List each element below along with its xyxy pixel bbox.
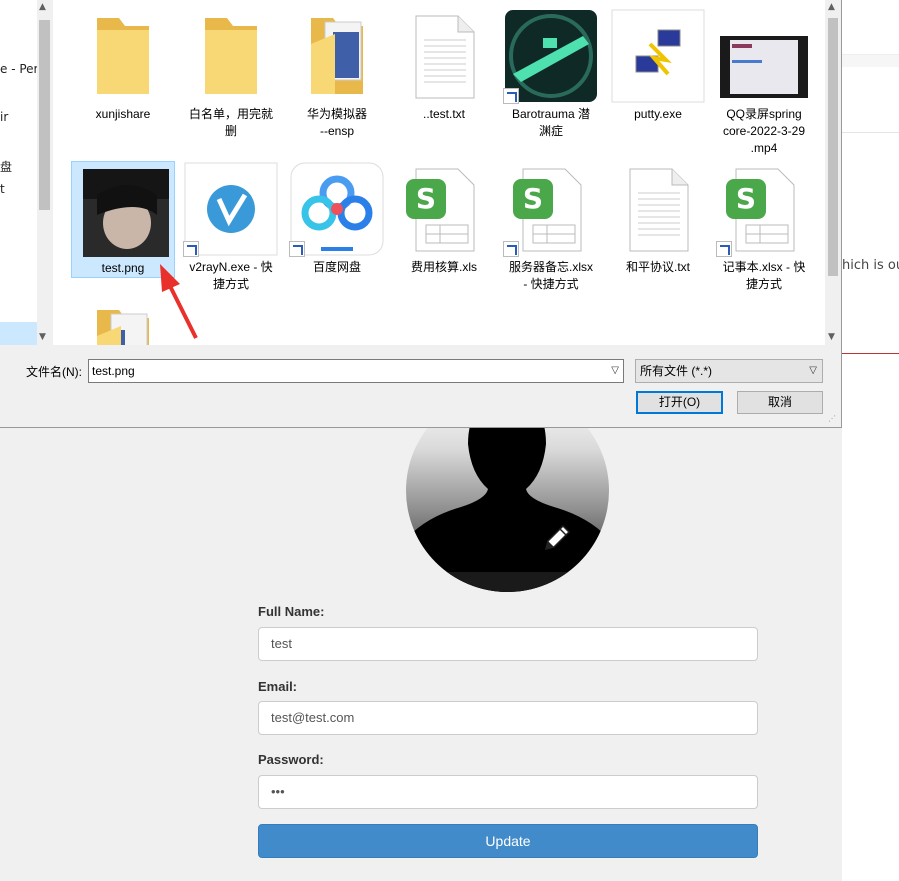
email-label: Email: [258, 679, 298, 694]
file-name: 捷方式 [745, 277, 782, 291]
background-text: hich is out [842, 258, 899, 273]
shortcut-arrow-icon [503, 88, 519, 104]
file-item-server-memo[interactable]: S 服务器备忘.xlsx - 快捷方式 [501, 161, 601, 301]
file-name: xunjishare [95, 107, 151, 121]
nav-item[interactable]: e - Per [0, 62, 38, 76]
background-page-right: hich is out [842, 0, 899, 881]
file-open-dialog: e - Per ir 盘 t ▲ ▼ xunjishare 白名单，用完就 删 [0, 0, 842, 428]
scrollbar-thumb[interactable] [828, 18, 838, 276]
folder-document-icon [311, 18, 363, 94]
file-item-xunjishare[interactable]: xunjishare [73, 8, 173, 148]
file-item-notepad-xlsx[interactable]: S 记事本.xlsx - 快 捷方式 [714, 161, 814, 301]
folder-icon [205, 18, 257, 94]
scroll-down-icon[interactable]: ▼ [39, 332, 46, 342]
update-button[interactable]: Update [258, 824, 758, 858]
filename-label: 文件名(N): [26, 365, 82, 379]
scroll-up-icon[interactable]: ▲ [828, 2, 835, 12]
spreadsheet-icon: S [406, 168, 475, 252]
full-name-label: Full Name: [258, 604, 325, 619]
file-item-whitelist[interactable]: 白名单，用完就 删 [181, 8, 281, 148]
file-item-putty[interactable]: putty.exe [608, 8, 708, 148]
file-name: 记事本.xlsx - 快 [722, 260, 806, 274]
filename-value[interactable]: test.png [92, 364, 135, 378]
file-item-ensp[interactable]: 华为模拟器 --ensp [287, 8, 387, 148]
scroll-down-icon[interactable]: ▼ [828, 332, 835, 342]
open-button[interactable]: 打开(O) [636, 391, 723, 414]
chevron-down-icon[interactable]: ▽ [809, 360, 817, 382]
svg-text:S: S [736, 182, 756, 215]
file-name: .mp4 [750, 141, 778, 155]
file-name: 百度网盘 [312, 260, 361, 274]
shortcut-arrow-icon [289, 241, 305, 257]
file-list-scrollbar[interactable]: ▲ ▼ [825, 0, 841, 345]
file-item-test-png[interactable]: test.png [71, 161, 175, 278]
file-name: putty.exe [634, 107, 682, 121]
text-file-icon [415, 15, 475, 99]
file-name: 费用核算.xls [410, 260, 477, 274]
file-item-barotrauma[interactable]: Barotrauma 潜 渊症 [501, 8, 601, 148]
file-item-test-txt[interactable]: ..test.txt [394, 8, 494, 148]
photo-thumbnail-icon [83, 169, 169, 257]
shortcut-arrow-icon [183, 241, 199, 257]
annotation-arrow-icon [160, 264, 198, 339]
nav-item[interactable]: 盘 [0, 158, 12, 175]
password-label: Password: [258, 752, 324, 767]
file-item-peace-txt[interactable]: 和平协议.txt [608, 161, 708, 301]
file-name: --ensp [319, 124, 354, 138]
navigation-pane[interactable]: e - Per ir 盘 t [0, 0, 38, 345]
nav-scrollbar[interactable]: ▲ ▼ [37, 0, 52, 345]
password-input[interactable]: ••• [258, 775, 758, 809]
resize-grip-icon[interactable]: ⋰ [828, 414, 836, 423]
background-red-line [842, 353, 899, 354]
background-bar [842, 54, 899, 67]
file-name: 和平协议.txt [625, 260, 690, 274]
file-name: core-2022-3-29 [722, 124, 806, 138]
svg-text:S: S [523, 182, 543, 215]
scroll-up-icon[interactable]: ▲ [39, 2, 46, 12]
file-name: 删 [224, 124, 237, 138]
pencil-edit-icon[interactable] [540, 521, 574, 555]
file-name: Barotrauma 潜 [511, 107, 591, 121]
file-name: - 快捷方式 [523, 277, 579, 291]
filename-input[interactable]: test.png ▽ [88, 359, 624, 383]
background-divider [842, 132, 899, 133]
email-input[interactable]: test@test.com [258, 701, 758, 735]
folder-icon [97, 18, 149, 94]
nav-selected-item[interactable] [0, 322, 37, 345]
nav-item[interactable]: t [0, 182, 5, 196]
file-name: ..test.txt [422, 107, 465, 121]
file-type-select[interactable]: 所有文件 (*.*) ▽ [635, 359, 823, 383]
scrollbar-thumb[interactable] [39, 20, 50, 210]
file-name: 服务器备忘.xlsx [508, 260, 593, 274]
cancel-button[interactable]: 取消 [737, 391, 823, 414]
chevron-down-icon[interactable]: ▽ [611, 360, 619, 382]
file-item-baidu-netdisk[interactable]: 百度网盘 [287, 161, 387, 301]
file-name: 华为模拟器 [306, 107, 367, 121]
text-file-icon [629, 168, 689, 252]
full-name-input[interactable]: test [258, 627, 758, 661]
svg-text:S: S [416, 182, 436, 215]
video-file-icon [720, 36, 808, 98]
file-name: 渊症 [538, 124, 563, 138]
putty-icon [611, 9, 705, 103]
file-type-value[interactable]: 所有文件 (*.*) [640, 364, 712, 378]
file-name: 白名单，用完就 [188, 107, 273, 121]
file-item-cost-xls[interactable]: S 费用核算.xls [394, 161, 494, 301]
file-name: QQ录屏spring [726, 107, 802, 121]
shortcut-arrow-icon [503, 241, 519, 257]
nav-item[interactable]: ir [0, 110, 8, 124]
file-item-qq-video[interactable]: QQ录屏spring core-2022-3-29 .mp4 [714, 8, 814, 158]
shortcut-arrow-icon [716, 241, 732, 257]
